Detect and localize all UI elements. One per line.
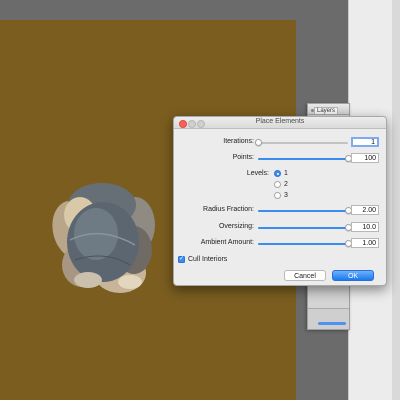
radius-fraction-slider[interactable] <box>258 207 352 214</box>
cull-interiors-checkbox[interactable]: ✓ <box>178 256 185 263</box>
levels-label: Levels: <box>246 170 269 177</box>
place-elements-dialog: Place Elements Iterations: 1 Points: 100… <box>173 116 387 286</box>
ambient-amount-label: Ambient Amount: <box>200 239 254 246</box>
ambient-amount-field[interactable]: 1.00 <box>351 238 379 248</box>
oversizing-field[interactable]: 10.0 <box>351 222 379 232</box>
radius-fraction-slider-fill <box>258 210 348 212</box>
rendered-stone-sphere <box>52 183 155 293</box>
points-label: Points: <box>232 154 254 161</box>
ambient-amount-slider-fill <box>258 243 348 245</box>
levels-option-1-label: 1 <box>284 170 288 177</box>
iterations-field[interactable]: 1 <box>351 137 379 147</box>
ok-button[interactable]: OK <box>332 270 374 281</box>
dialog-titlebar[interactable]: Place Elements <box>174 117 386 129</box>
iterations-slider[interactable] <box>254 139 348 146</box>
levels-radio-3[interactable] <box>274 192 281 199</box>
dialog-title: Place Elements <box>255 118 305 125</box>
ambient-amount-slider[interactable] <box>258 240 352 247</box>
levels-radio-2[interactable] <box>274 181 281 188</box>
layers-tab[interactable]: Layers <box>314 107 339 114</box>
levels-radio-1[interactable] <box>274 170 281 177</box>
right-edge-strip <box>392 0 400 400</box>
oversizing-slider-fill <box>258 227 348 229</box>
levels-option-3-label: 3 <box>284 192 288 199</box>
oversizing-label: Oversizing: <box>218 223 254 230</box>
radius-fraction-label: Radius Fraction: <box>203 206 254 213</box>
points-field[interactable]: 100 <box>351 153 379 163</box>
iterations-label: Iterations: <box>223 138 254 145</box>
cull-interiors-label: Cull Interiors <box>188 256 228 263</box>
layers-titlebar[interactable]: Layers <box>308 104 349 115</box>
iterations-slider-knob[interactable] <box>254 139 262 146</box>
levels-option-2-label: 2 <box>284 181 288 188</box>
points-slider-fill <box>258 158 348 160</box>
radius-fraction-field[interactable]: 2.00 <box>351 205 379 215</box>
oversizing-slider[interactable] <box>258 224 352 231</box>
points-slider[interactable] <box>258 155 352 162</box>
cancel-button[interactable]: Cancel <box>284 270 326 281</box>
layers-opacity-slider[interactable] <box>318 322 346 325</box>
layers-footer <box>308 308 349 329</box>
